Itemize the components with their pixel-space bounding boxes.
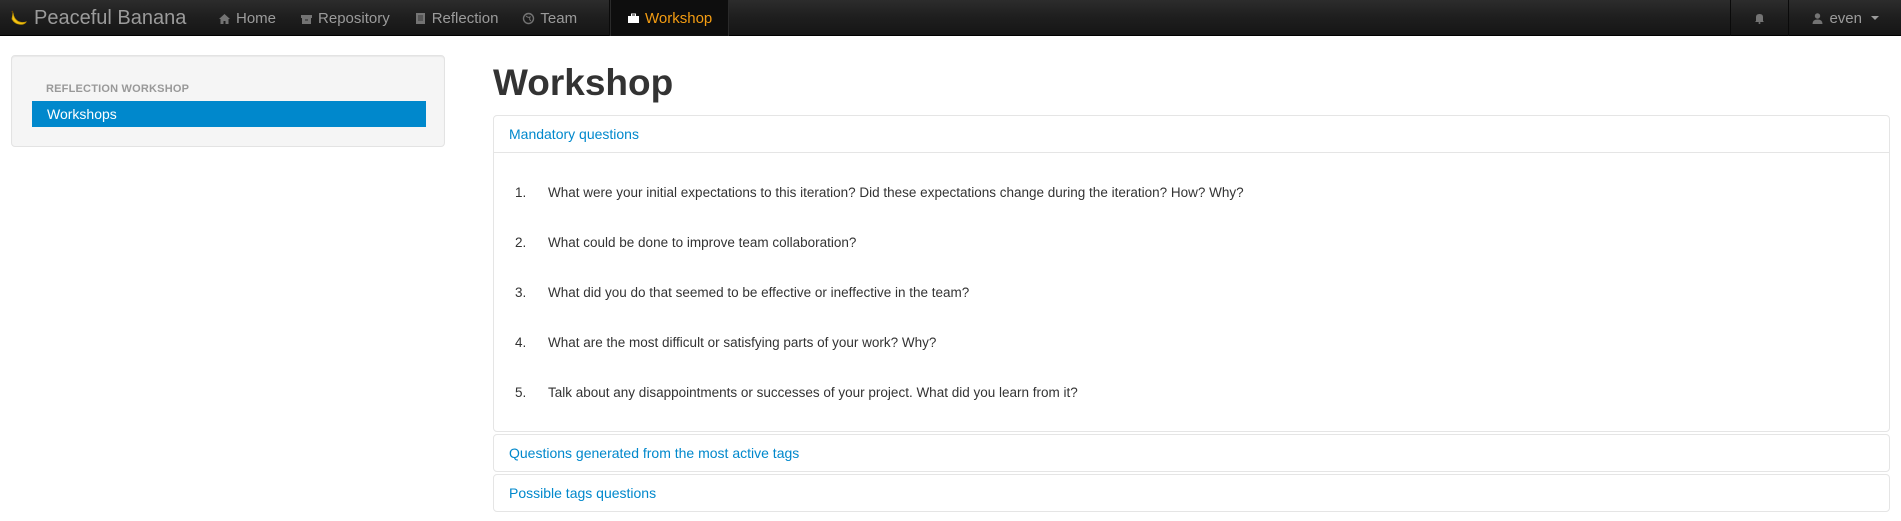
- banana-icon: [10, 9, 28, 27]
- question-text: What could be done to improve team colla…: [548, 234, 857, 250]
- brand[interactable]: Peaceful Banana: [10, 0, 186, 36]
- nav-right: even: [1730, 0, 1901, 36]
- bell-icon: [1753, 12, 1766, 25]
- nav-item-label: Home: [236, 9, 277, 27]
- list-item: 3. What did you do that seemed to be eff…: [514, 267, 1869, 317]
- panel-heading-mandatory-questions[interactable]: Mandatory questions: [494, 116, 1889, 152]
- top-navbar: Peaceful Banana Home Repository Reflecti…: [0, 0, 1901, 36]
- question-text: What are the most difficult or satisfyin…: [548, 334, 937, 350]
- nav-item-repository[interactable]: Repository: [288, 0, 402, 36]
- user-icon: [1811, 12, 1824, 25]
- question-number: 3.: [515, 284, 527, 300]
- nav-item-label: Team: [540, 9, 578, 27]
- question-text: What were your initial expectations to t…: [548, 184, 1244, 200]
- briefcase-icon: [627, 12, 640, 25]
- question-number: 1.: [515, 184, 527, 200]
- question-number: 4.: [515, 334, 527, 350]
- nav-item-workshop[interactable]: Workshop: [610, 0, 730, 36]
- list-item: 5. Talk about any disappointments or suc…: [514, 367, 1869, 417]
- page-title: Workshop: [493, 62, 674, 103]
- chevron-down-icon: [1871, 16, 1879, 20]
- nav-item-reflection[interactable]: Reflection: [402, 0, 511, 36]
- globe-icon: [522, 12, 535, 25]
- question-text: What did you do that seemed to be effect…: [548, 284, 970, 300]
- main-nav: Home Repository Reflection Team: [206, 0, 589, 36]
- list-item: 4. What are the most difficult or satisf…: [514, 317, 1869, 367]
- panel-heading-active-tags-questions[interactable]: Questions generated from the most active…: [494, 435, 1889, 471]
- question-text: Talk about any disappointments or succes…: [548, 384, 1078, 400]
- panel-active-tags-questions: Questions generated from the most active…: [493, 434, 1890, 472]
- nav-item-label: Reflection: [431, 9, 499, 27]
- nav-item-label: Workshop: [645, 9, 713, 27]
- archive-icon: [300, 12, 313, 25]
- home-icon: [218, 12, 231, 25]
- nav-item-label: Repository: [318, 9, 390, 27]
- panel-body: 1. What were your initial expectations t…: [494, 152, 1889, 417]
- user-name: even: [1829, 9, 1862, 27]
- list-item: 1. What were your initial expectations t…: [514, 167, 1869, 217]
- question-number: 2.: [515, 234, 527, 250]
- question-number: 5.: [515, 384, 527, 400]
- notifications-button[interactable]: [1731, 0, 1788, 36]
- user-menu[interactable]: even: [1789, 0, 1901, 36]
- brand-name: Peaceful Banana: [34, 6, 187, 29]
- active-nav: Workshop: [609, 0, 730, 36]
- nav-item-team[interactable]: Team: [510, 0, 589, 36]
- nav-item-home[interactable]: Home: [206, 0, 288, 36]
- panel-possible-tags-questions: Possible tags questions: [493, 474, 1890, 512]
- book-icon: [414, 12, 427, 25]
- question-list: 1. What were your initial expectations t…: [514, 167, 1869, 417]
- panel-mandatory-questions: Mandatory questions 1. What were your in…: [493, 115, 1890, 432]
- list-item: 2. What could be done to improve team co…: [514, 217, 1869, 267]
- sidebar: REFLECTION WORKSHOP Workshops: [11, 55, 445, 147]
- sidebar-header: REFLECTION WORKSHOP: [46, 83, 190, 95]
- sidebar-item-workshops[interactable]: Workshops: [32, 101, 426, 127]
- panel-heading-possible-tags-questions[interactable]: Possible tags questions: [494, 475, 1889, 511]
